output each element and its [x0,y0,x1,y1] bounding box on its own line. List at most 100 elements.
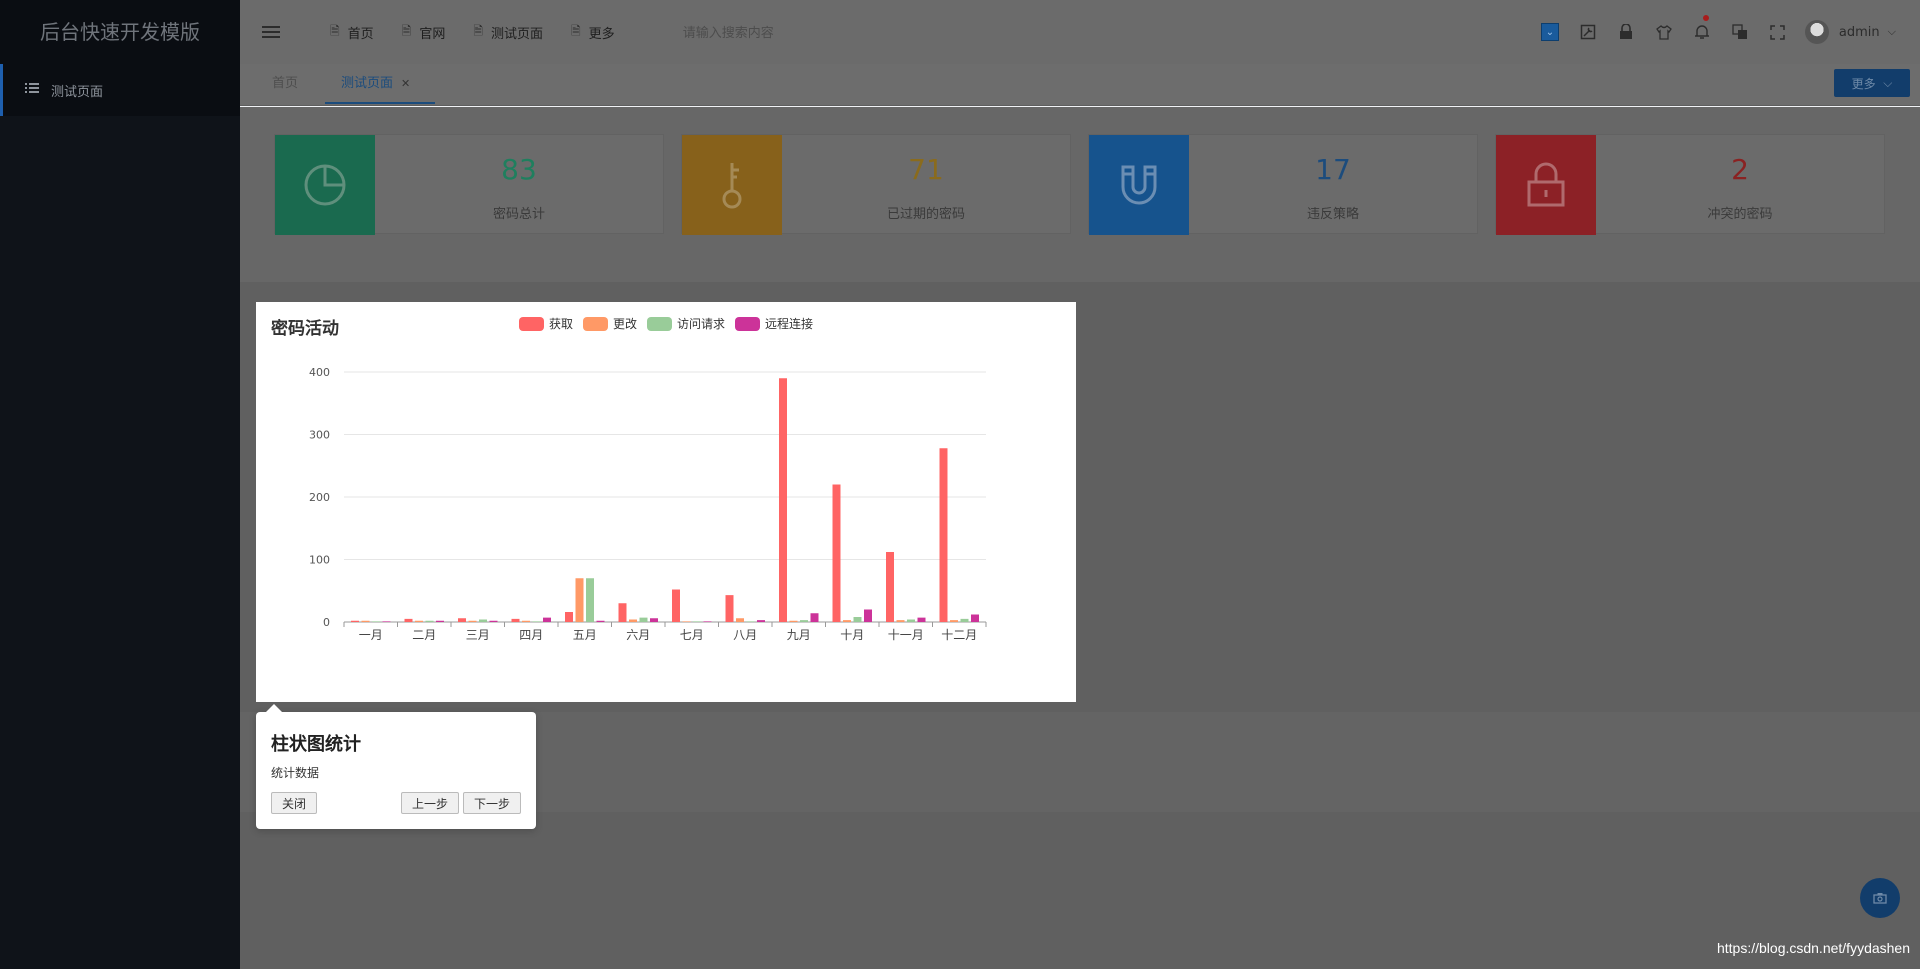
tab-home[interactable]: 首页 [272,64,298,104]
bar [639,617,648,622]
bar [950,620,958,622]
bar [939,448,948,622]
y-tick-label: 100 [309,554,330,567]
bar [415,620,423,622]
lock-screen-icon[interactable] [1607,24,1645,40]
x-tick-label: 十二月 [941,628,977,642]
sidebar: 后台快速开发模版 测试页面 [0,0,240,969]
x-tick-label: 十一月 [888,628,924,642]
bar [404,618,413,622]
stat-value: 2 [1731,153,1749,186]
nav-home[interactable]: 🗎 首页 [330,22,374,43]
bar [853,617,862,622]
tools-icon[interactable] [1569,24,1607,40]
bar [672,589,680,622]
key-icon [682,135,782,235]
prev-step-button[interactable]: 上一步 [401,792,460,814]
stat-label: 已过期的密码 [886,207,965,222]
stat-label: 违反策略 [1306,207,1359,222]
bar [682,621,691,622]
x-tick-label: 三月 [466,628,490,642]
bar [575,578,584,622]
close-button[interactable]: 关闭 [271,792,318,814]
fullscreen-icon[interactable] [1759,24,1797,40]
list-icon [25,82,39,98]
lock-icon [1496,135,1596,235]
bar [907,619,915,622]
bar [425,620,434,622]
bar [565,612,573,622]
y-tick-label: 0 [323,616,330,629]
x-tick-label: 四月 [519,628,543,642]
x-tick-label: 二月 [412,628,436,642]
chevron-down-icon[interactable]: ⌵ [1888,25,1896,39]
bar [864,609,872,622]
bar [725,595,734,622]
stat-value: 83 [501,153,537,186]
bar [361,620,370,622]
bar [810,613,819,622]
y-tick-label: 400 [309,366,330,379]
stat-card-policy-violations: 17 违反策略 [1088,134,1478,235]
next-step-button[interactable]: 下一步 [463,792,522,814]
bar [511,618,520,622]
document-icon: 🗎 [330,23,340,38]
x-tick-label: 十月 [840,628,864,642]
x-tick-label: 七月 [680,628,704,642]
document-icon: 🗎 [571,23,581,38]
stat-label: 冲突的密码 [1707,207,1773,222]
close-icon[interactable]: ✕ [401,77,410,90]
bar [382,621,391,622]
nav-official-site[interactable]: 🗎 官网 [402,22,446,43]
password-activity-chart-card: 密码活动 获取 更改 访问请求 远程连接 0 100 200 300 400 一月 二月 三月… [256,302,1076,702]
document-icon: 🗎 [473,23,483,38]
bar [543,617,551,622]
bar [896,620,905,622]
tab-test-page[interactable]: 测试页面 ✕ [325,64,435,104]
avatar[interactable] [1804,20,1829,44]
bar [586,578,594,622]
top-header: 🗎 首页 🗎 官网 🗎 测试页面 🗎 更多 ⌄ admin ⌵ [240,0,1920,64]
bar [650,618,658,622]
sidebar-item-test-page[interactable]: 测试页面 [0,64,240,116]
tab-label: 测试页面 [341,76,394,91]
bell-icon[interactable] [1683,15,1721,40]
translate-icon[interactable] [1721,24,1759,40]
guide-popover: 柱状图统计 统计数据 关闭 上一步 下一步 [256,704,536,829]
x-tick-label: 一月 [359,628,383,642]
x-tick-label: 九月 [787,628,811,642]
stat-card-expired-passwords: 71 已过期的密码 [681,134,1071,235]
bar [522,620,530,622]
stat-label: 密码总计 [492,207,545,222]
chevron-down-icon: ⌵ [1883,75,1893,90]
nav-label: 更多 [588,26,615,42]
theme-select-icon[interactable]: ⌄ [1531,23,1569,41]
popover-arrow [266,704,282,712]
bar [757,620,765,622]
bar [532,621,541,622]
bar [971,614,979,622]
camera-icon[interactable] [1860,878,1900,918]
bar-chart: 0 100 200 300 400 一月 二月 三月 四月 五月 六月 七月 八月 九月 十月 十一月 十二月 [309,366,987,642]
bar [436,620,444,622]
bar [372,621,380,622]
search-input[interactable] [682,24,883,40]
menu-toggle-icon[interactable] [262,23,296,41]
bar [618,603,627,622]
user-name[interactable]: admin [1839,25,1880,40]
bar [693,621,701,622]
x-tick-label: 八月 [733,628,757,642]
bar [458,618,466,622]
more-tabs-button[interactable]: 更多 ⌵ [1834,69,1910,97]
x-tick-label: 六月 [626,628,650,642]
bar [746,621,755,622]
pie-chart-icon [275,135,375,235]
nav-test-page[interactable]: 🗎 测试页面 [473,22,543,43]
y-tick-label: 300 [309,429,330,442]
nav-more[interactable]: 🗎 更多 [571,22,615,43]
stat-card-conflict-passwords: 2 冲突的密码 [1495,134,1885,235]
tshirt-icon[interactable] [1645,24,1683,40]
y-tick-label: 200 [309,491,330,504]
bar [832,484,841,622]
magnet-icon [1089,135,1189,235]
